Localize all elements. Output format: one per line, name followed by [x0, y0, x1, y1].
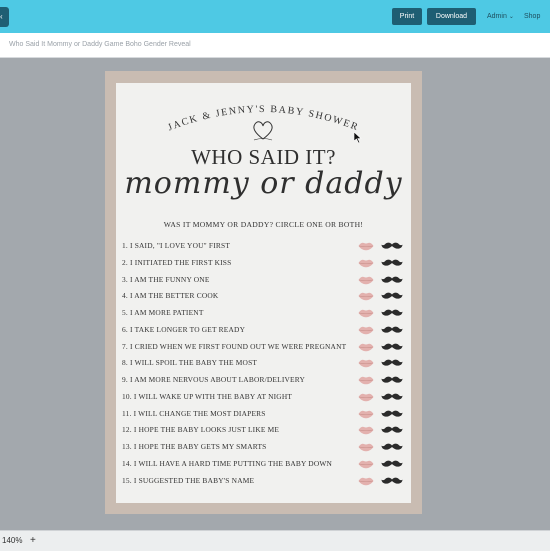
question-text: 5. I AM MORE PATIENT — [122, 308, 204, 317]
chevron-icon: ‹ — [0, 12, 3, 21]
mustache-icon[interactable] — [381, 257, 403, 269]
question-text: 13. I HOPE THE BABY GETS MY SMARTS — [122, 442, 267, 451]
document-title-bar: Who Said It Mommy or Daddy Game Boho Gen… — [0, 33, 550, 58]
status-bar: 140% + — [0, 530, 550, 551]
question-row: 3. I AM THE FUNNY ONE — [122, 273, 404, 287]
question-text: 15. I SUGGESTED THE BABY'S NAME — [122, 475, 255, 485]
question-text: 11. I WILL CHANGE THE MOST DIAPERS — [122, 408, 266, 418]
question-text: 4. I AM THE BETTER COOK — [122, 291, 219, 301]
question-text: 6. I TAKE LONGER TO GET READY — [122, 324, 246, 334]
heart-icon — [253, 121, 273, 141]
lips-icon[interactable] — [358, 275, 374, 285]
game-subtitle-script: mommy or daddy — [124, 166, 403, 201]
lips-icon[interactable] — [358, 392, 374, 402]
document-title: Who Said It Mommy or Daddy Game Boho Gen… — [9, 41, 191, 48]
lips-icon[interactable] — [358, 459, 374, 469]
question-text: 12. I HOPE THE BABY LOOKS JUST LIKE ME — [122, 425, 280, 435]
question-text: 7. I CRIED WHEN WE FIRST FOUND OUT WE WE… — [122, 341, 347, 351]
lips-icon[interactable] — [358, 325, 374, 335]
question-text: 8. I WILL SPOIL THE BABY THE MOST — [122, 358, 258, 368]
lips-icon[interactable] — [358, 241, 374, 251]
question-row: 6. I TAKE LONGER TO GET READY — [122, 323, 404, 337]
zoom-level[interactable]: 140% — [2, 531, 22, 551]
question-row: 10. I WILL WAKE UP WITH THE BABY AT NIGH… — [122, 390, 404, 404]
mustache-icon[interactable] — [381, 290, 403, 302]
question-row: 11. I WILL CHANGE THE MOST DIAPERS — [122, 407, 404, 421]
question-row: 9. I AM MORE NERVOUS ABOUT LABOR/DELIVER… — [122, 373, 404, 387]
question-row: 15. I SUGGESTED THE BABY'S NAME — [122, 474, 404, 488]
mustache-icon[interactable] — [381, 374, 403, 386]
mustache-icon[interactable] — [381, 357, 403, 369]
lips-icon[interactable] — [358, 358, 374, 368]
mustache-icon[interactable] — [381, 274, 403, 286]
admin-label: Admin — [487, 13, 507, 20]
question-row: 2. I INITIATED THE FIRST KISS — [122, 256, 404, 270]
mustache-icon[interactable] — [381, 475, 403, 487]
download-button[interactable]: Download — [427, 8, 476, 25]
question-row: 8. I WILL SPOIL THE BABY THE MOST — [122, 356, 404, 370]
chevron-down-icon: ⌄ — [508, 14, 514, 20]
mustache-icon[interactable] — [381, 341, 403, 353]
lips-icon[interactable] — [358, 375, 374, 385]
mustache-icon[interactable] — [381, 391, 403, 403]
lips-icon[interactable] — [358, 442, 374, 452]
lips-icon[interactable] — [358, 476, 374, 486]
mustache-icon[interactable] — [381, 408, 403, 420]
question-row: 5. I AM MORE PATIENT — [122, 306, 404, 320]
print-button[interactable]: Print — [392, 8, 422, 25]
question-text: 14. I WILL HAVE A HARD TIME PUTTING THE … — [122, 458, 333, 468]
cursor-icon — [354, 132, 362, 143]
question-row: 7. I CRIED WHEN WE FIRST FOUND OUT WE WE… — [122, 340, 404, 354]
question-text: 10. I WILL WAKE UP WITH THE BABY AT NIGH… — [122, 391, 293, 401]
mustache-icon[interactable] — [381, 324, 403, 336]
question-text: 9. I AM MORE NERVOUS ABOUT LABOR/DELIVER… — [122, 375, 306, 384]
question-row: 13. I HOPE THE BABY GETS MY SMARTS — [122, 440, 404, 454]
question-row: 1. I SAID, "I LOVE YOU" FIRST — [122, 239, 404, 253]
lips-icon[interactable] — [358, 291, 374, 301]
question-text: 2. I INITIATED THE FIRST KISS — [122, 257, 232, 267]
question-row: 12. I HOPE THE BABY LOOKS JUST LIKE ME — [122, 423, 404, 437]
lips-icon[interactable] — [358, 308, 374, 318]
shop-link[interactable]: Shop — [524, 8, 540, 25]
lips-icon[interactable] — [358, 258, 374, 268]
mustache-icon[interactable] — [381, 441, 403, 453]
mustache-icon[interactable] — [381, 240, 403, 252]
menu-toggle-button[interactable]: ‹ — [0, 7, 9, 27]
game-instructions: WAS IT MOMMY OR DADDY? CIRCLE ONE OR BOT… — [163, 220, 364, 229]
zoom-in-button[interactable]: + — [30, 531, 36, 551]
question-row: 4. I AM THE BETTER COOK — [122, 289, 404, 303]
top-toolbar: ‹ Print Download Admin ⌄ Shop — [0, 0, 550, 33]
lips-icon[interactable] — [358, 342, 374, 352]
question-text: 1. I SAID, "I LOVE YOU" FIRST — [122, 241, 231, 250]
question-row: 14. I WILL HAVE A HARD TIME PUTTING THE … — [122, 457, 404, 471]
lips-icon[interactable] — [358, 409, 374, 419]
admin-menu[interactable]: Admin ⌄ — [487, 8, 514, 25]
question-text: 3. I AM THE FUNNY ONE — [122, 274, 210, 284]
lips-icon[interactable] — [358, 425, 374, 435]
mustache-icon[interactable] — [381, 424, 403, 436]
mustache-icon[interactable] — [381, 307, 403, 319]
mustache-icon[interactable] — [381, 458, 403, 470]
